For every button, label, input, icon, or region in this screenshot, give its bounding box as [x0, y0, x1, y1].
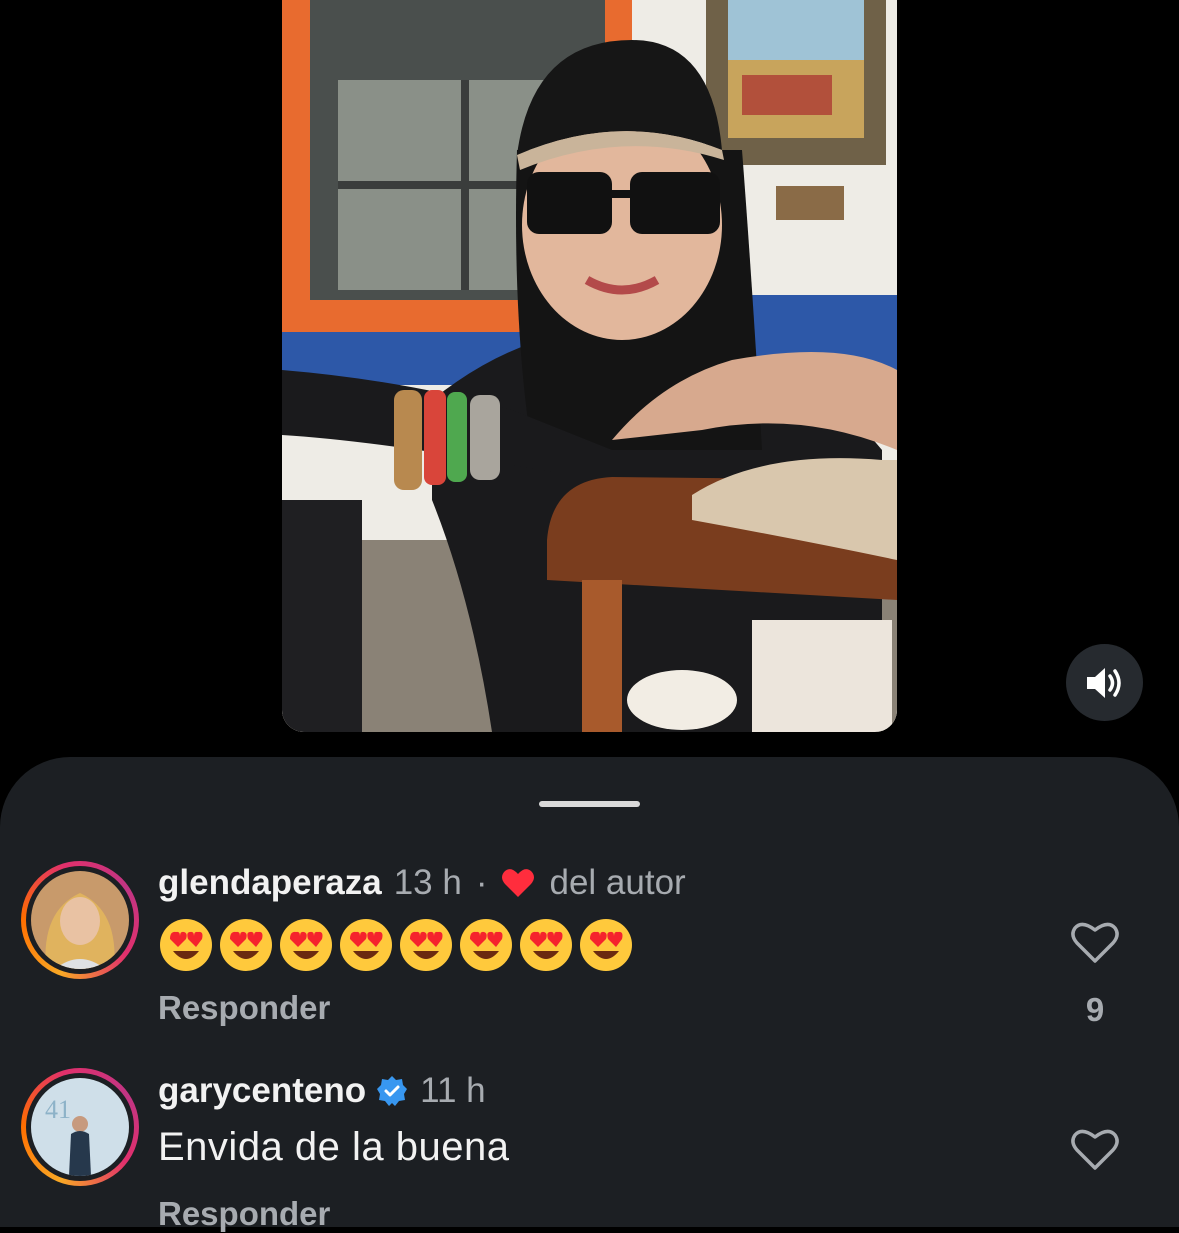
heart-eyes-emoji: [278, 917, 334, 973]
heart-eyes-emoji: [458, 917, 514, 973]
reply-button[interactable]: Responder: [158, 989, 330, 1027]
reply-button[interactable]: Responder: [158, 1195, 330, 1233]
comment-time: 13 h: [393, 863, 462, 902]
audio-toggle-button[interactable]: [1066, 644, 1143, 721]
heart-eyes-emoji: [218, 917, 274, 973]
comment-meta: garycenteno 11 h: [158, 1071, 486, 1111]
author-like-label: del autor: [549, 863, 686, 902]
story-ring[interactable]: [21, 861, 139, 979]
speaker-wave-icon: [1086, 667, 1121, 698]
like-button[interactable]: [1070, 919, 1120, 970]
comment-username[interactable]: glendaperaza: [158, 863, 382, 903]
story-ring[interactable]: 41: [21, 1068, 139, 1186]
comment-time: 11 h: [420, 1071, 486, 1110]
comment-meta: glendaperaza 13 h · del autor: [158, 863, 686, 903]
verified-badge-icon: [376, 1075, 408, 1107]
meta-separator: ·: [475, 863, 488, 902]
heart-eyes-emoji: [338, 917, 394, 973]
video-frame-image: [282, 0, 897, 732]
avatar: [31, 871, 129, 969]
comment-username[interactable]: garycenteno: [158, 1071, 366, 1111]
sheet-drag-handle[interactable]: [539, 801, 640, 807]
svg-text:41: 41: [45, 1095, 71, 1124]
like-count: 9: [1085, 991, 1105, 1028]
heart-outline-icon: [1071, 1129, 1119, 1170]
heart-eyes-emoji: [518, 917, 574, 973]
heart-eyes-emoji: [578, 917, 634, 973]
heart-eyes-emoji: [158, 917, 214, 973]
avatar: 41: [31, 1078, 129, 1176]
heart-outline-icon: [1071, 922, 1119, 963]
comments-sheet: glendaperaza 13 h · del autor 😍😍😍😍😍😍😍😍 R…: [0, 757, 1179, 1232]
heart-eyes-emoji: [398, 917, 454, 973]
comment-text: Envida de la buena: [158, 1125, 510, 1169]
author-heart-icon: [501, 868, 535, 898]
like-button[interactable]: [1070, 1126, 1120, 1177]
video-player[interactable]: [282, 0, 897, 732]
comment-emoji-text: [158, 917, 634, 973]
